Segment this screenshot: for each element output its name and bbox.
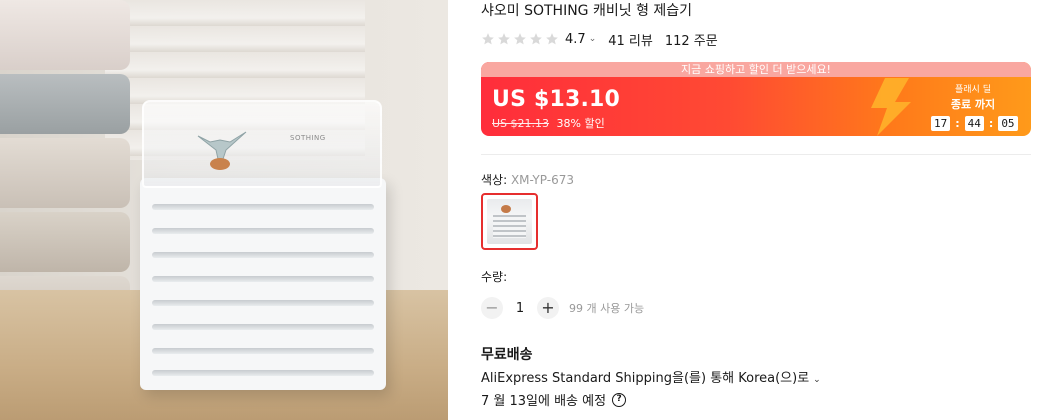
timer-minutes: 44 — [964, 116, 984, 131]
star-rating — [481, 32, 559, 46]
flash-deal-label: 플래시 딜 — [955, 85, 991, 95]
variant-label: 색상: — [481, 173, 508, 187]
towel — [0, 74, 130, 134]
towel — [0, 138, 130, 208]
chevron-down-icon[interactable]: ⌄ — [813, 375, 821, 385]
orders-count: 112 주문 — [664, 33, 718, 49]
quantity-label: 수량: — [481, 270, 508, 284]
flash-deal-banner: 지금 쇼핑하고 할인 더 받으세요! US $13.10 US $21.13 3… — [481, 62, 1031, 136]
product-title: 샤오미 SOTHING 캐비닛 형 제습기 — [481, 3, 693, 19]
variant-row: 색상: XM-YP-673 — [481, 171, 574, 188]
product-info-panel: 샤오미 SOTHING 캐비닛 형 제습기 4.7 ⌄ 41 리뷰 112 주문… — [481, 0, 1031, 420]
timer-hours: 17 — [931, 116, 951, 131]
increase-quantity-button[interactable]: + — [537, 297, 559, 319]
dehumidifier-body — [140, 178, 386, 390]
ends-in-label: 종료 까지 — [950, 98, 996, 111]
original-price: US $21.13 — [492, 117, 550, 130]
variant-thumbnail — [487, 199, 532, 244]
delivery-date: 7 월 13일에 배송 예정 — [481, 394, 607, 409]
chevron-down-icon[interactable]: ⌄ — [589, 34, 597, 44]
old-price-row: US $21.13 38% 할인 — [492, 115, 605, 131]
decrease-quantity-button[interactable]: − — [481, 297, 503, 319]
crystal-icon — [197, 131, 247, 170]
variant-value: XM-YP-673 — [510, 173, 574, 187]
dehumidifier-lid — [142, 100, 382, 188]
reviews-link[interactable]: 41 리뷰 — [608, 30, 653, 49]
towel — [0, 212, 130, 272]
device-logo: SOTHING — [290, 134, 326, 142]
shipping-method-text: AliExpress Standard Shipping을(를) 통해 Kore… — [481, 371, 810, 386]
deal-promo-text: 지금 쇼핑하고 할인 더 받으세요! — [481, 62, 1031, 77]
star-icon — [514, 33, 526, 45]
discount-badge: 38% 할인 — [556, 117, 605, 130]
countdown-timer: 17 : 44 : 05 — [931, 116, 1018, 131]
shipping-method[interactable]: AliExpress Standard Shipping을(를) 통해 Kore… — [481, 367, 821, 386]
stock-available: 99 개 사용 가능 — [569, 302, 645, 315]
rating-row: 4.7 ⌄ 41 리뷰 112 주문 — [481, 30, 718, 49]
star-icon — [530, 33, 542, 45]
lightning-icon — [871, 78, 911, 136]
star-icon — [546, 33, 558, 45]
variant-swatch[interactable] — [481, 193, 538, 250]
divider — [481, 154, 1031, 155]
star-icon — [482, 33, 494, 45]
towel — [0, 0, 130, 70]
rating-score[interactable]: 4.7 — [565, 32, 586, 47]
quantity-stepper: − 1 + 99 개 사용 가능 — [481, 297, 644, 319]
product-image[interactable]: SOTHING — [0, 0, 448, 420]
current-price: US $13.10 — [492, 87, 621, 112]
timer-seconds: 05 — [998, 116, 1018, 131]
shipping-title: 무료배송 — [481, 347, 533, 363]
star-icon — [498, 33, 510, 45]
help-icon[interactable]: ? — [612, 392, 627, 407]
quantity-value[interactable]: 1 — [503, 301, 537, 316]
delivery-estimate: 7 월 13일에 배송 예정 ? — [481, 390, 627, 409]
